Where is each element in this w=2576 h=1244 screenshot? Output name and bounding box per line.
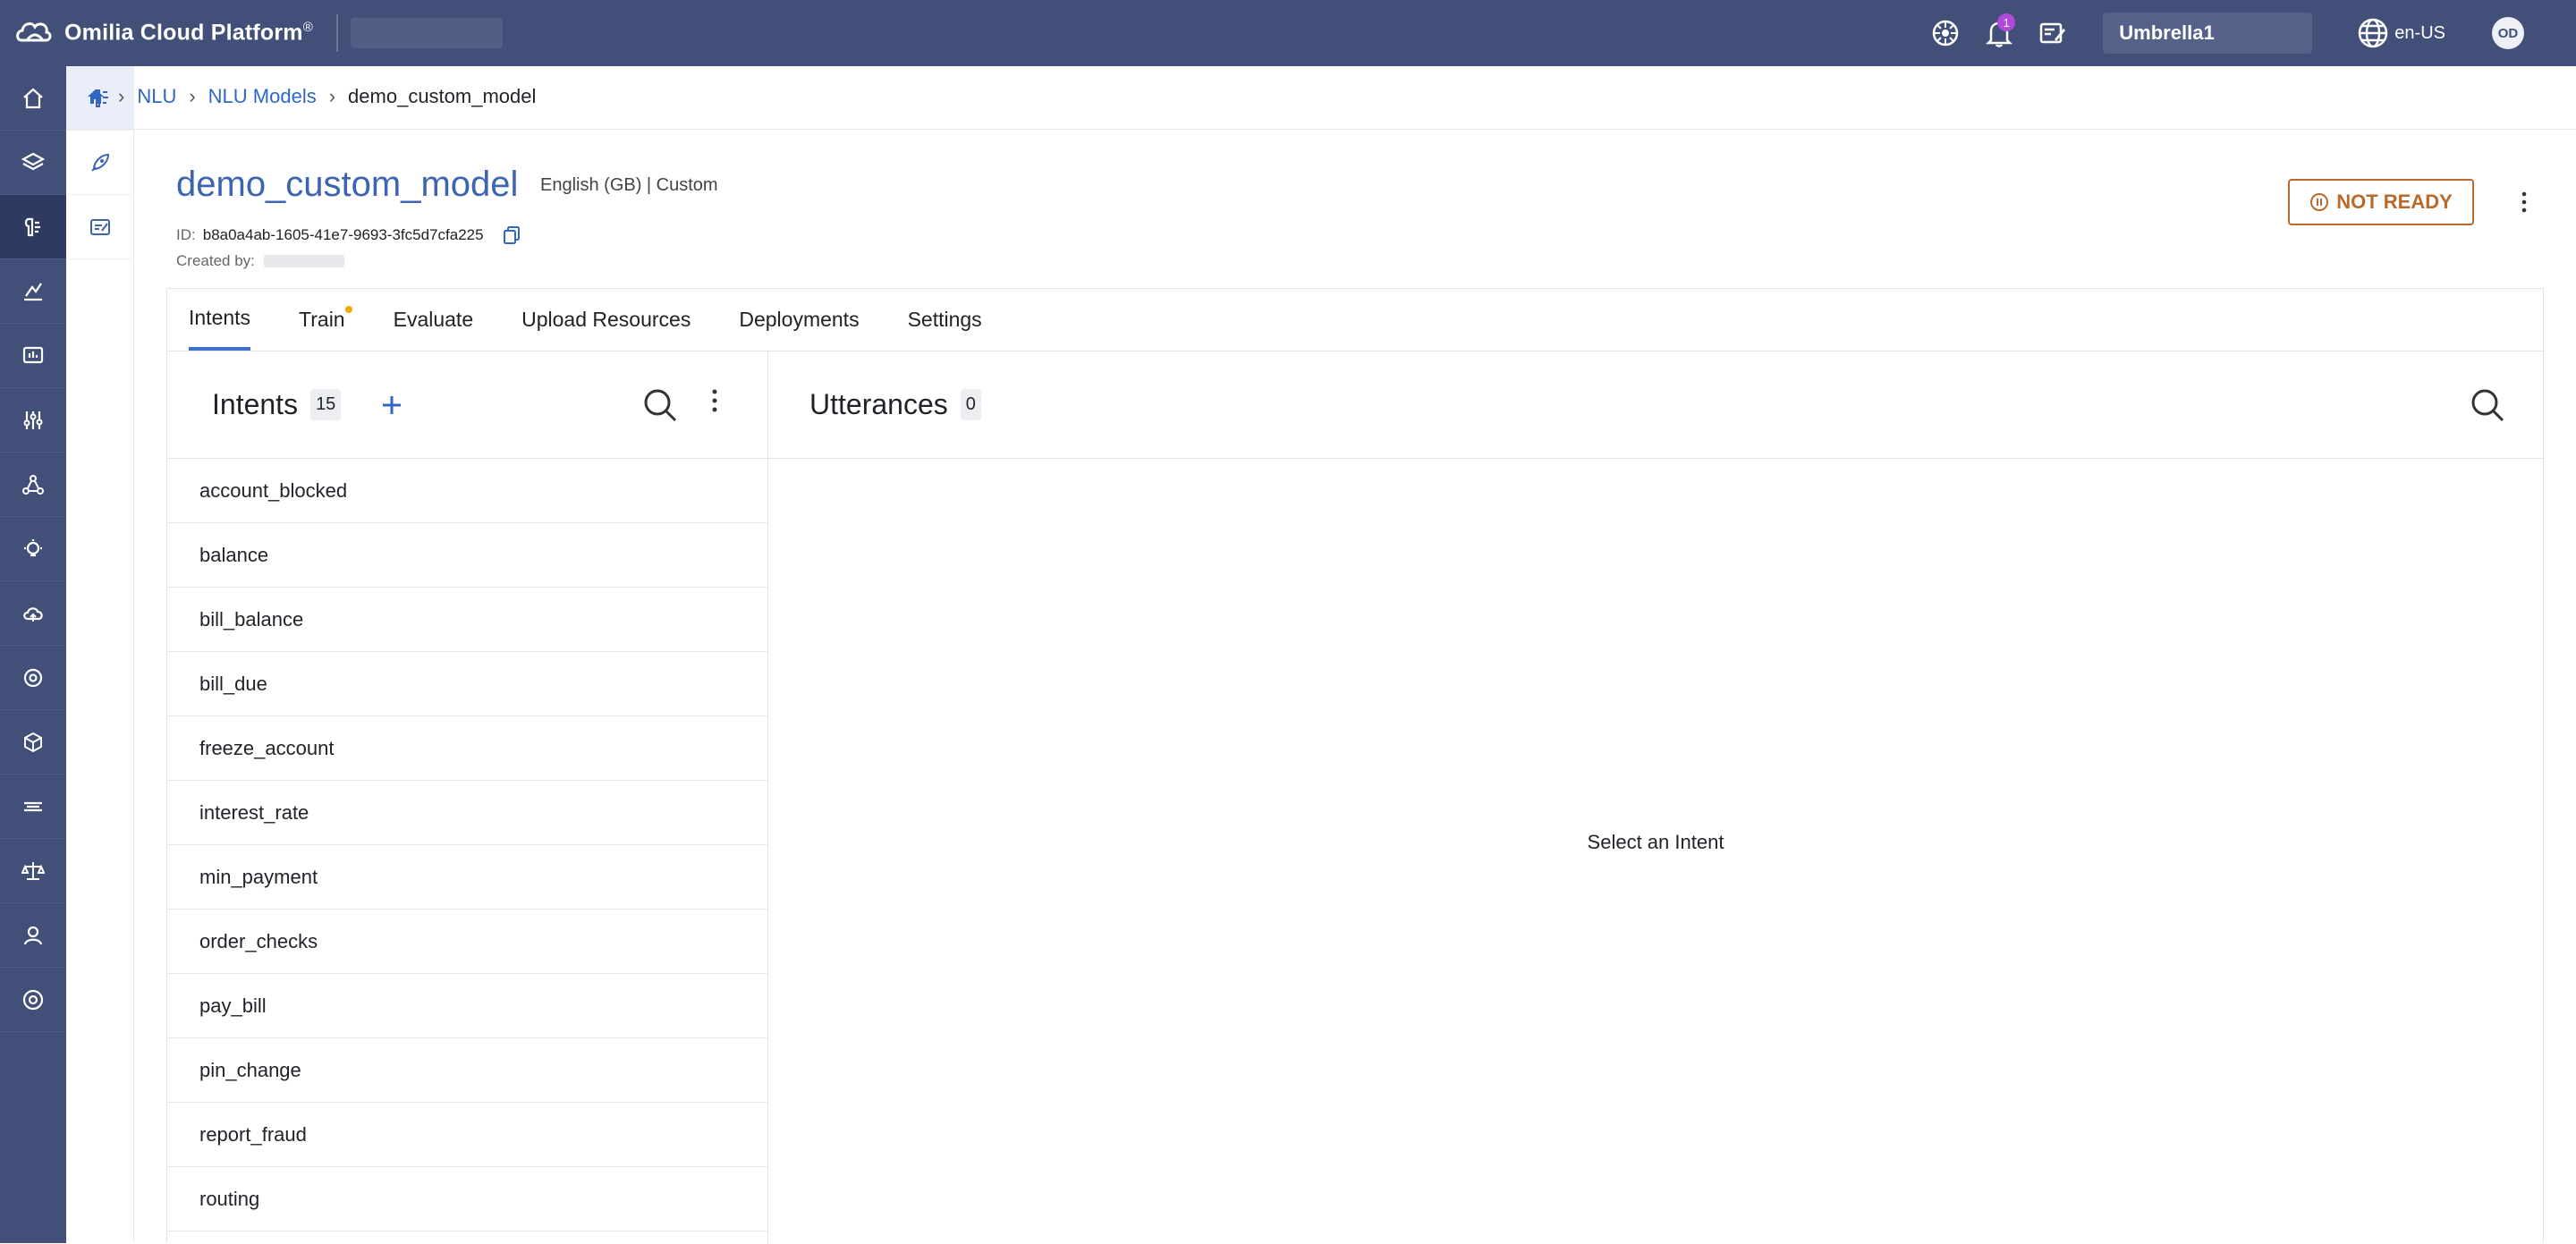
- intent-item-min-payment[interactable]: min_payment: [167, 845, 767, 910]
- intents-more-icon[interactable]: [712, 389, 717, 417]
- created-by-label: Created by:: [176, 252, 255, 269]
- intent-item-routing[interactable]: routing: [167, 1167, 767, 1231]
- globe-icon: [2359, 18, 2388, 48]
- intents-header: Intents 15: [167, 351, 767, 459]
- project-selector[interactable]: [351, 18, 503, 48]
- home-breadcrumb-icon[interactable]: [86, 87, 106, 106]
- search-utterances-icon[interactable]: [2470, 387, 2505, 427]
- cloud-logo-icon: [16, 22, 52, 42]
- nlu-subnav: [66, 66, 134, 1243]
- more-vertical-icon[interactable]: [2515, 186, 2533, 218]
- utterances-title: Utterances: [809, 388, 948, 420]
- train-indicator-dot: [344, 306, 352, 313]
- intents-pane: Intents 15 account_blocked balance bill_…: [167, 351, 768, 1244]
- plus-icon: [383, 395, 402, 414]
- search-intents-icon[interactable]: [642, 387, 678, 427]
- intents-count: 15: [310, 389, 342, 420]
- layers-icon[interactable]: [0, 131, 66, 195]
- apps-icon[interactable]: [1928, 15, 1963, 51]
- intents-title: Intents: [212, 388, 299, 420]
- top-bar: Omilia Cloud Platform® 1 Umbrella1 en-US…: [0, 0, 2576, 66]
- notification-badge: 1: [1997, 13, 2016, 31]
- intent-item-balance[interactable]: balance: [167, 523, 767, 588]
- home-icon[interactable]: [0, 66, 66, 131]
- breadcrumb-current: demo_custom_model: [348, 85, 537, 107]
- intent-list: account_blocked balance bill_balance bil…: [167, 459, 767, 1231]
- intent-item-order-checks[interactable]: order_checks: [167, 910, 767, 974]
- intent-item-pin-change[interactable]: pin_change: [167, 1038, 767, 1103]
- tab-evaluate[interactable]: Evaluate: [394, 288, 474, 351]
- settings-cog-icon[interactable]: [0, 646, 66, 710]
- empty-state-message: Select an Intent: [1587, 831, 1724, 853]
- pause-circle-icon: [2310, 193, 2329, 211]
- deploy-rocket-icon[interactable]: [66, 131, 134, 195]
- notifications-bell-icon[interactable]: 1: [1981, 13, 2017, 51]
- main-sidebar: [0, 66, 66, 1243]
- user-icon[interactable]: [0, 903, 66, 968]
- insights-bulb-icon[interactable]: [0, 517, 66, 581]
- created-by-value: [263, 255, 344, 267]
- page-title: demo_custom_model: [176, 165, 519, 204]
- user-avatar[interactable]: OD: [2492, 17, 2524, 49]
- model-id-label: ID:: [176, 226, 196, 243]
- intent-item-interest-rate[interactable]: interest_rate: [167, 781, 767, 845]
- cloud-upload-icon[interactable]: [0, 581, 66, 646]
- model-id-value: b8a0a4ab-1605-41e7-9693-3fc5d7cfa225: [202, 226, 484, 243]
- brand-name: Omilia Cloud Platform®: [64, 20, 313, 46]
- support-lifebuoy-icon[interactable]: [0, 968, 66, 1032]
- reports-icon[interactable]: [0, 324, 66, 388]
- intent-item-pay-bill[interactable]: pay_bill: [167, 974, 767, 1038]
- tab-upload-resources[interactable]: Upload Resources: [521, 288, 691, 351]
- language-label: en-US: [2394, 22, 2445, 43]
- tab-bar: Intents Train Evaluate Upload Resources …: [167, 289, 2543, 351]
- breadcrumb-nlu[interactable]: NLU: [137, 85, 176, 108]
- chevron-right-icon: ›: [328, 85, 336, 107]
- status-label: NOT READY: [2336, 190, 2453, 213]
- breadcrumb-divider: [66, 129, 2576, 130]
- tenant-selector[interactable]: Umbrella1: [2103, 13, 2313, 54]
- tuning-icon[interactable]: [0, 388, 66, 453]
- release-notes-icon[interactable]: [2035, 15, 2071, 51]
- created-by-row: Created by:: [176, 252, 344, 270]
- intent-item-bill-due[interactable]: bill_due: [167, 652, 767, 716]
- add-intent-button[interactable]: [380, 394, 403, 417]
- model-card: Intents Train Evaluate Upload Resources …: [166, 288, 2544, 1244]
- model-id-row: ID: b8a0a4ab-1605-41e7-9693-3fc5d7cfa225: [176, 225, 521, 245]
- evaluation-icon[interactable]: [66, 195, 134, 259]
- speech-icon[interactable]: [0, 774, 66, 839]
- utterances-count: 0: [960, 389, 981, 420]
- tab-intents[interactable]: Intents: [189, 288, 251, 351]
- network-icon[interactable]: [0, 453, 66, 517]
- tab-train[interactable]: Train: [299, 288, 352, 351]
- intent-item-bill-balance[interactable]: bill_balance: [167, 588, 767, 652]
- package-icon[interactable]: [0, 710, 66, 774]
- analytics-icon[interactable]: [0, 259, 66, 324]
- status-button[interactable]: NOT READY: [2288, 179, 2474, 225]
- chevron-right-icon: ›: [189, 85, 196, 107]
- balance-scale-icon[interactable]: [0, 839, 66, 903]
- utterances-pane: Utterances 0 Select an Intent: [768, 351, 2543, 1244]
- model-meta: English (GB) | Custom: [540, 175, 718, 195]
- top-divider: [336, 14, 338, 52]
- intent-item-account-blocked[interactable]: account_blocked: [167, 459, 767, 523]
- tab-deployments[interactable]: Deployments: [739, 288, 859, 351]
- tab-settings[interactable]: Settings: [908, 288, 982, 351]
- brand[interactable]: Omilia Cloud Platform®: [14, 13, 313, 53]
- chevron-right-icon: ›: [118, 85, 125, 107]
- nlu-icon[interactable]: [0, 195, 66, 259]
- language-selector[interactable]: en-US: [2357, 17, 2445, 49]
- breadcrumb-nlu-models[interactable]: NLU Models: [208, 85, 317, 108]
- utterances-header: Utterances 0: [768, 351, 2543, 459]
- breadcrumb: › NLU › NLU Models › demo_custom_model: [86, 80, 536, 113]
- copy-icon[interactable]: [502, 225, 521, 245]
- intent-item-report-fraud[interactable]: report_fraud: [167, 1103, 767, 1167]
- intent-item-freeze-account[interactable]: freeze_account: [167, 716, 767, 781]
